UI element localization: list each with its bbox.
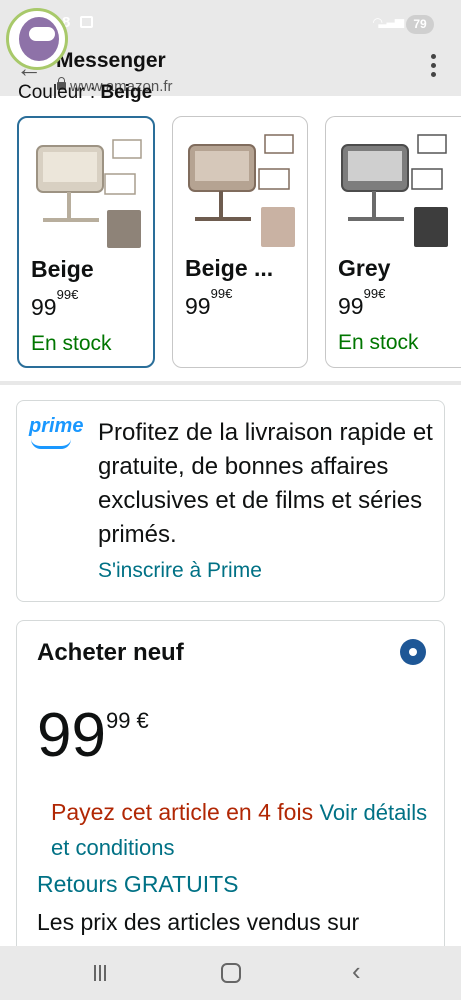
signal-icon: ▂▃▅ [378, 14, 404, 28]
product-thumbnail [341, 134, 448, 247]
variant-price: 9999€ [338, 286, 386, 319]
more-options-icon[interactable] [431, 54, 437, 81]
variant-name: Grey [338, 255, 391, 281]
prime-logo: prime [29, 415, 84, 437]
installments-text: Payez cet article en 4 fois Voir détails… [51, 799, 428, 860]
buy-new-radio[interactable] [400, 639, 426, 665]
buy-new-box[interactable]: Acheter neuf 9999 € Payez cet article en… [16, 620, 445, 960]
home-icon[interactable] [221, 963, 241, 983]
color-label-prefix: Couleur : [18, 82, 96, 103]
prime-signup-link[interactable]: S'inscrire à Prime [98, 559, 262, 583]
product-thumbnail [188, 134, 295, 247]
prime-smile-icon [31, 439, 71, 449]
free-returns-link[interactable]: Retours GRATUITS [37, 871, 239, 898]
recent-apps-icon[interactable] [92, 965, 108, 981]
color-label-value: Beige [100, 82, 153, 103]
variant-price: 9999€ [185, 286, 233, 319]
variant-stock: En stock [31, 332, 112, 355]
app-title: Messenger [56, 49, 166, 72]
color-label: Couleur : Beige [18, 82, 152, 104]
prime-promo-text: Profitez de la livraison rapide et gratu… [98, 419, 433, 548]
product-thumbnail [36, 139, 142, 248]
variant-name: Beige ... [185, 255, 274, 281]
variant-name: Beige [31, 256, 94, 282]
screenshot-icon [80, 16, 93, 28]
system-nav-bar: ‹ [0, 946, 461, 1000]
battery-badge: 79 [406, 15, 434, 34]
status-bar: 10:18 ◠ ▂▃▅ 79 [0, 0, 461, 40]
buy-new-title: Acheter neuf [37, 639, 184, 666]
variant-stock: En stock [338, 331, 419, 354]
back-icon[interactable]: ‹ [352, 958, 361, 984]
variant-price: 9999€ [31, 287, 79, 320]
section-divider [0, 381, 461, 385]
seller-note: Les prix des articles vendus sur [37, 909, 360, 935]
variant-card-grey[interactable]: Grey 9999€ En stock [325, 116, 461, 368]
prime-promo-box: prime Profitez de la livraison rapide et… [16, 400, 445, 602]
variant-card-beige[interactable]: Beige 9999€ En stock [17, 116, 155, 368]
buy-new-price: 9999 € [37, 701, 149, 770]
app-logo-overlay [6, 8, 68, 70]
variant-card-beige-2[interactable]: Beige ... 9999€ [172, 116, 308, 368]
